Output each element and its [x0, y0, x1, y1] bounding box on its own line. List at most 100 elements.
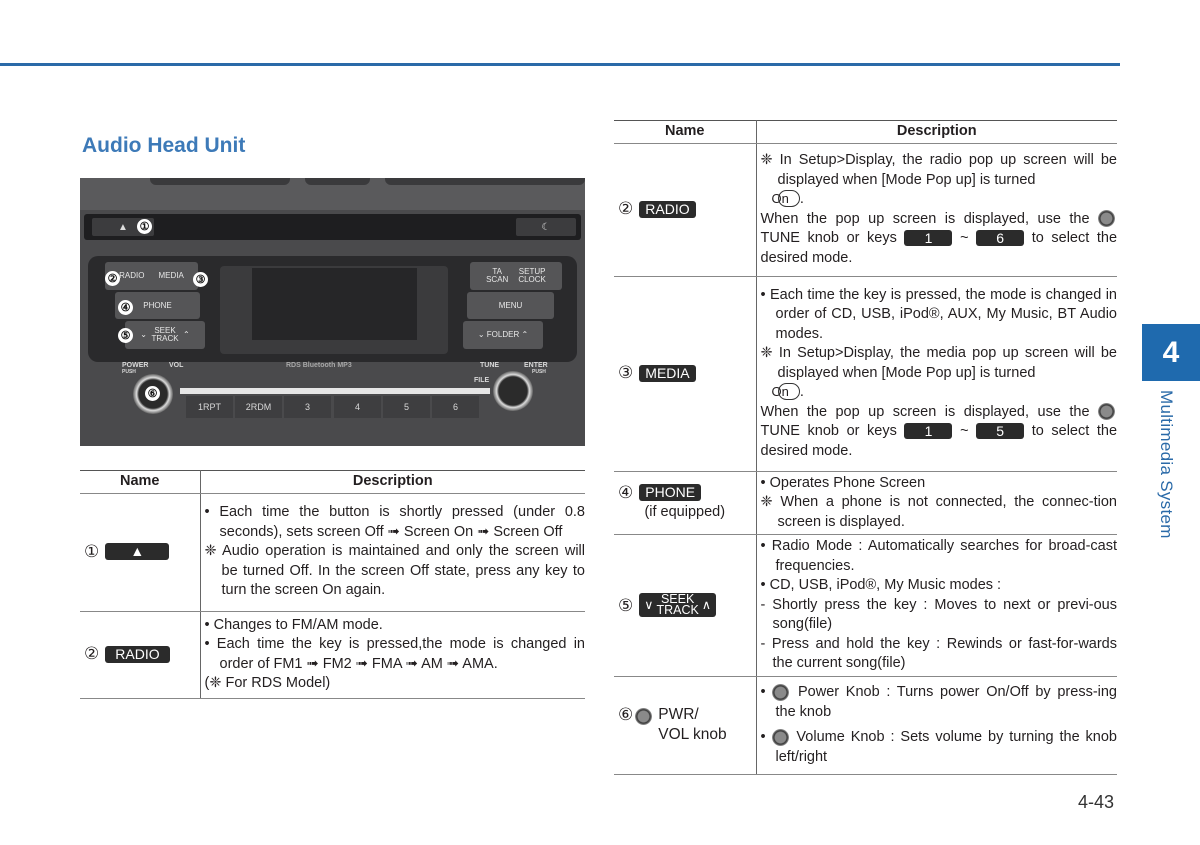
paragraph-text: When the pop up screen is displayed, use…	[760, 210, 1090, 227]
table-row: ⑥ PWR/VOL knob • Power Knob : Turns powe…	[614, 676, 1118, 775]
header-rule	[0, 63, 1120, 66]
description-line: • CD, USB, iPod®, My Music modes :	[760, 577, 1002, 593]
item-text: Power Knob : Turns power On/Off by press…	[775, 684, 1118, 720]
name-cell: ⑥ PWR/VOL knob	[614, 676, 757, 775]
chrome-strip	[180, 388, 490, 394]
menu-label: MENU	[498, 300, 523, 310]
description-line: • Each time the key is pressed, the mode…	[760, 286, 1118, 342]
knob-name: PWR/	[658, 706, 699, 723]
power-label: POWER	[122, 362, 149, 369]
table-row: ① ▲ • Each time the button is shortly pr…	[80, 493, 586, 612]
description-line: - Shortly press the key : Moves to next …	[760, 596, 1118, 633]
description-cell: • Power Knob : Turns power On/Off by pre…	[756, 676, 1118, 775]
name-cell: ② RADIO	[614, 143, 757, 277]
col-header-name: Name	[614, 120, 757, 144]
scan-label: SCAN	[486, 275, 509, 284]
on-pill-icon: On	[772, 383, 800, 401]
enter-push-label: PUSH	[532, 369, 546, 375]
description-note: ❈ When a phone is not connected, the con…	[760, 494, 1118, 530]
description-cell: • Radio Mode : Automatically searches fo…	[756, 534, 1118, 677]
table-row: ④ PHONE (if equipped) • Operates Phone S…	[614, 471, 1117, 535]
if-equipped-note: (if equipped)	[644, 504, 726, 521]
key-1-badge: 1	[904, 423, 953, 440]
media-key-badge: MEDIA	[639, 364, 696, 382]
chevron-down-icon: ⌄	[477, 330, 487, 339]
preset-button-2: 2RDM	[235, 396, 282, 418]
phone-key-badge: PHONE	[639, 484, 702, 502]
preset-button-6: 6	[432, 396, 479, 418]
item-number: ②	[84, 644, 100, 664]
key-6-badge: 6	[976, 230, 1025, 247]
description-line: • Each time the button is shortly presse…	[204, 504, 586, 540]
menu-button: MENU	[467, 292, 554, 319]
item-number: ⑥	[618, 705, 634, 724]
callout-2: ②	[105, 271, 120, 286]
tune-label: TUNE	[480, 362, 500, 369]
description-line: • Operates Phone Screen	[760, 474, 926, 491]
description-cell: ❈ In Setup>Display, the radio pop up scr…	[756, 143, 1117, 277]
seek-track-key-badge: ∨ SEEK TRACK ∧	[639, 593, 716, 618]
description-cell: • Operates Phone Screen ❈ When a phone i…	[756, 471, 1117, 535]
preset-button-4: 4	[334, 396, 381, 418]
power-push-label: PUSH	[122, 369, 136, 375]
radio-key-badge: RADIO	[639, 200, 696, 218]
description-line: • Each time the key is pressed,the mode …	[204, 636, 586, 672]
eject-key-icon: ▲	[105, 543, 170, 561]
section-title: Audio Head Unit	[82, 134, 246, 157]
name-cell: ① ▲	[80, 493, 201, 612]
item-number: ⑤	[618, 595, 634, 615]
tilde: ~	[960, 230, 969, 246]
table-row: ⑤ ∨ SEEK TRACK ∧ • Radio Mode : Automatic…	[614, 534, 1118, 677]
track-label: TRACK	[656, 603, 699, 618]
chevron-up-icon: ⌃	[519, 330, 529, 339]
paragraph-text: TUNE knob or keys	[760, 423, 897, 440]
callout-5: ⑤	[118, 328, 133, 343]
col-header-description: Description	[756, 120, 1117, 144]
description-cell: • Each time the key is pressed, the mode…	[756, 276, 1118, 472]
period: .	[799, 191, 804, 207]
description-note: ❈ Audio operation is maintained and only…	[204, 543, 586, 599]
period: .	[799, 384, 804, 401]
media-label: MEDIA	[158, 271, 184, 280]
table-row: ② RADIO • Changes to FM/AM mode. • Each …	[80, 611, 586, 699]
description-line: • Power Knob : Turns power On/Off by pre…	[760, 683, 1118, 720]
page-number: 4-43	[1078, 792, 1115, 812]
description-line: (❈ For RDS Model)	[204, 675, 331, 691]
cd-slot	[84, 214, 581, 240]
volume-knob-icon	[771, 728, 789, 746]
chapter-label: Multimedia System	[1157, 390, 1176, 539]
chevron-up-icon: ⌃	[178, 330, 190, 339]
radio-key-badge: RADIO	[105, 645, 170, 663]
enter-label: ENTER	[524, 362, 548, 369]
file-label: FILE	[474, 377, 490, 384]
vent	[385, 178, 585, 185]
vent	[150, 178, 290, 185]
tune-knob-icon	[1098, 403, 1116, 421]
description-note: ❈ In Setup>Display, the radio pop up scr…	[761, 151, 1117, 210]
folder-label: FOLDER	[486, 330, 520, 339]
ta-setup-button: TA SCAN SETUP CLOCK	[470, 262, 562, 290]
callout-4: ④	[118, 300, 133, 315]
on-pill-icon: On	[772, 190, 800, 207]
item-number: ③	[618, 363, 634, 383]
tune-knob	[493, 371, 533, 411]
description-paragraph: When the pop up screen is displayed, use…	[760, 403, 1117, 462]
preset-button-3: 3	[284, 396, 331, 418]
paragraph-text: TUNE knob or keys	[760, 230, 897, 246]
preset-button-5: 5	[383, 396, 430, 418]
name-cell: ② RADIO	[80, 611, 201, 699]
radio-label: RADIO	[119, 271, 145, 280]
clock-label: CLOCK	[518, 275, 546, 284]
key-1-badge: 1	[904, 230, 953, 247]
vol-label: VOL	[169, 362, 184, 369]
right-table: Name Description ② RADIO ❈ In Setup>Disp…	[614, 120, 1117, 775]
display-screen	[252, 268, 417, 340]
name-cell: ⑤ ∨ SEEK TRACK ∧	[614, 534, 757, 677]
col-header-description: Description	[200, 470, 585, 494]
head-unit-photo: ▲ ☾ ① RADIO MEDIA ② ③ PHONE ④ ⌄ SEEK TRAC…	[80, 178, 585, 446]
chevron-down-icon: ⌄	[140, 330, 152, 339]
description-cell: • Changes to FM/AM mode. • Each time the…	[200, 611, 586, 699]
knob-name: VOL knob	[658, 726, 727, 743]
tilde: ~	[960, 423, 969, 440]
description-line: • Radio Mode : Automatically searches fo…	[760, 538, 1118, 574]
